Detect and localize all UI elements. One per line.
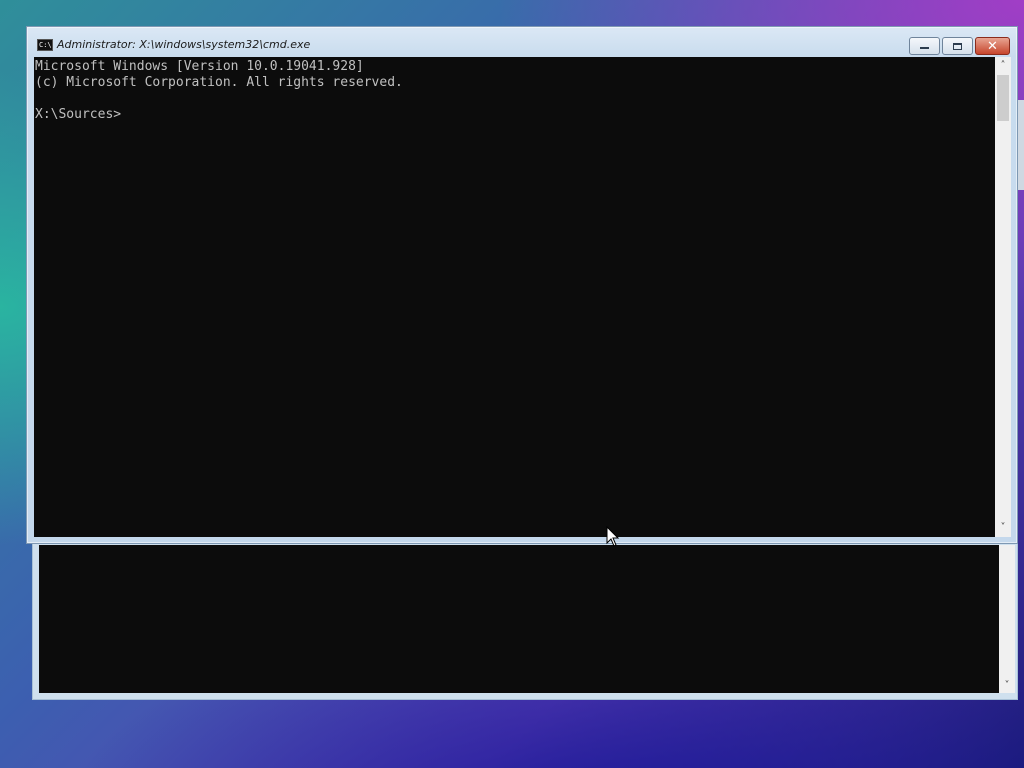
- scrollbar-thumb[interactable]: [997, 75, 1009, 121]
- scroll-down-icon[interactable]: ˅: [999, 680, 1015, 691]
- minimize-icon: [920, 47, 929, 49]
- close-icon: ✕: [987, 38, 998, 54]
- window-title: Administrator: X:\windows\system32\cmd.e…: [57, 38, 311, 51]
- maximize-icon: [953, 42, 962, 50]
- console-line-copyright: (c) Microsoft Corporation. All rights re…: [35, 75, 403, 90]
- cmd-window[interactable]: C:\ Administrator: X:\windows\system32\c…: [26, 26, 1018, 544]
- background-console-area[interactable]: [39, 545, 1001, 693]
- close-button[interactable]: ✕: [975, 37, 1010, 55]
- background-console-window[interactable]: ˅: [32, 536, 1018, 700]
- console-output[interactable]: Microsoft Windows [Version 10.0.19041.92…: [34, 57, 995, 537]
- cmd-icon: C:\: [37, 39, 53, 51]
- console-prompt[interactable]: X:\Sources>: [35, 107, 121, 122]
- mouse-cursor-icon: [606, 526, 620, 547]
- scroll-down-icon[interactable]: ˅: [995, 521, 1011, 535]
- console-line-version: Microsoft Windows [Version 10.0.19041.92…: [35, 59, 364, 74]
- vertical-scrollbar[interactable]: ˄ ˅: [995, 57, 1011, 537]
- maximize-button[interactable]: [942, 37, 973, 55]
- title-bar[interactable]: C:\ Administrator: X:\windows\system32\c…: [27, 27, 1017, 57]
- scroll-up-icon[interactable]: ˄: [995, 59, 1011, 73]
- background-scrollbar[interactable]: ˅: [999, 545, 1015, 693]
- minimize-button[interactable]: [909, 37, 940, 55]
- offscreen-window-edge: [1017, 100, 1024, 190]
